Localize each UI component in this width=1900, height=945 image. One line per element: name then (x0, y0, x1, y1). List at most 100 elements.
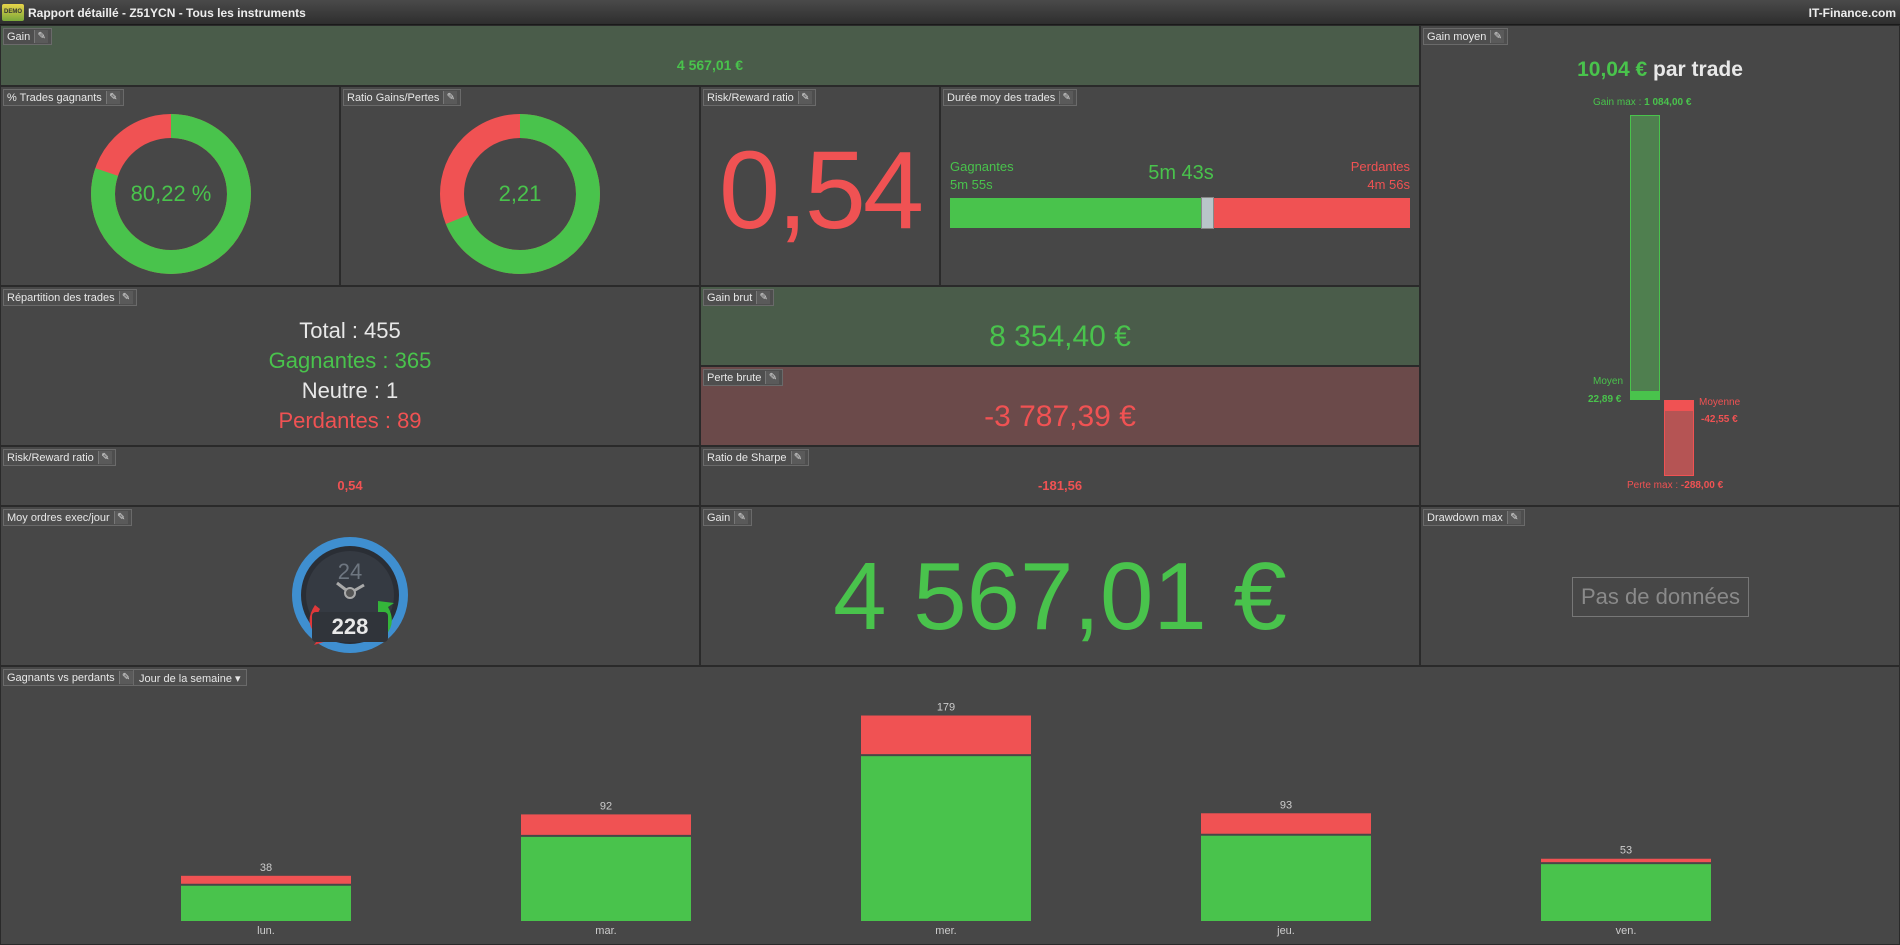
panel-header: Perte brute ✎ (703, 369, 784, 386)
bar-perdants (1541, 858, 1711, 863)
gain-moyen-value: 10,04 € (1577, 58, 1648, 81)
duree-moyenne-value: 5m 43s (1148, 162, 1214, 184)
wrench-icon[interactable]: ✎ (1506, 511, 1521, 524)
moy-ordres-value: 228 (312, 612, 388, 642)
moyenne-label: Moyenne (1699, 397, 1741, 408)
panel-title: Gain brut (707, 291, 753, 304)
loss-range-bar (1664, 400, 1694, 476)
wrench-icon[interactable]: ✎ (1059, 91, 1074, 104)
moyen-value: 22,89 € (1588, 394, 1622, 405)
x-tick-label: lun. (257, 925, 275, 937)
risk-reward-small-value: 0,54 (337, 478, 363, 493)
bar-gagnants (1541, 864, 1711, 921)
perte-max-value: -288,00 € (1680, 480, 1724, 491)
duree-moy-panel: Durée moy des trades ✎ Gagnantes 5m 55s 5… (940, 86, 1420, 286)
moyenne-value: -42,55 € (1701, 414, 1738, 425)
wrench-icon[interactable]: ✎ (113, 511, 128, 524)
wrench-icon[interactable]: ✎ (756, 291, 771, 304)
gain-brut-value: 8 354,40 € (989, 320, 1131, 353)
moyen-label: Moyen (1593, 376, 1624, 387)
panel-title: Gain moyen (1427, 30, 1487, 43)
bar-total-label: 38 (260, 862, 272, 874)
perte-max-label: Perte max : -288,00 € (1627, 480, 1723, 491)
x-tick-label: mar. (595, 925, 616, 937)
duration-bar-green (950, 198, 1201, 228)
panel-title: Perte brute (707, 371, 762, 384)
wrench-icon[interactable]: ✎ (105, 91, 120, 104)
brand-label: IT-Finance.com (1808, 6, 1896, 20)
gain-max-caption: Gain max : (1593, 97, 1642, 108)
panel-header: Gain ✎ (3, 28, 53, 45)
win-rate-value: 80,22 % (130, 181, 212, 206)
panel-title: Ratio de Sharpe (707, 451, 787, 464)
panel-title: Gain (7, 30, 31, 43)
window-title: Rapport détaillé - Z51YCN - Tous les ins… (28, 6, 306, 20)
wrench-icon[interactable]: ✎ (790, 451, 805, 464)
perdantes-label: Perdantes (1350, 159, 1410, 174)
wrench-icon[interactable]: ✎ (1490, 30, 1505, 43)
wrench-icon[interactable]: ✎ (97, 451, 112, 464)
bar-gagnants (861, 756, 1031, 921)
bar-gagnants (521, 836, 691, 921)
repartition-perdantes: Perdantes : 89 (278, 408, 422, 433)
gain-banner-panel: Gain ✎ 4 567,01 € (0, 25, 1420, 86)
sharpe-value: -181,56 (1037, 478, 1083, 493)
bar-chart: 38 lun. 92 mar. 179 mer. 93 jeu. 53 ven. (181, 702, 1711, 937)
panel-header: Répartition des trades ✎ (3, 289, 137, 306)
repartition-neutre: Neutre : 1 (301, 378, 399, 403)
window-titlebar: DEMO Rapport détaillé - Z51YCN - Tous le… (0, 0, 1900, 25)
panel-title: % Trades gagnants (7, 91, 102, 104)
gain-moyen-panel: Gain moyen ✎ 10,04 € par trade Gain max :… (1420, 25, 1900, 506)
wrench-icon[interactable]: ✎ (443, 91, 458, 104)
no-data-box: Pas de données (1572, 577, 1749, 617)
panel-title: Répartition des trades (7, 291, 115, 304)
panel-title: Risk/Reward ratio (707, 91, 794, 104)
panel-header: Risk/Reward ratio ✎ (703, 89, 816, 106)
gain-brut-panel: Gain brut ✎ 8 354,40 € (700, 286, 1420, 366)
panel-header: Drawdown max ✎ (1423, 509, 1525, 526)
ratio-gains-pertes-panel: Ratio Gains/Pertes ✎ 2,21 (340, 86, 700, 286)
wrench-icon[interactable]: ✎ (34, 30, 49, 43)
bar-gagnants (1201, 835, 1371, 921)
wrench-icon[interactable]: ✎ (765, 371, 780, 384)
panel-header: Moy ordres exec/jour ✎ (3, 509, 132, 526)
gain-big-value: 4 567,01 € (833, 543, 1287, 650)
panel-header: Durée moy des trades ✎ (943, 89, 1078, 106)
panel-header: Ratio de Sharpe ✎ (703, 449, 809, 466)
bar-gagnants (181, 885, 351, 921)
bar-total-label: 53 (1620, 845, 1632, 857)
panel-title: Moy ordres exec/jour (7, 511, 110, 524)
pct-trades-gagnants-panel: % Trades gagnants ✎ 80,22 % (0, 86, 340, 286)
panel-header: Risk/Reward ratio ✎ (3, 449, 116, 466)
risk-reward-value: 0,54 (718, 129, 924, 252)
drawdown-panel: Drawdown max ✎ Pas de données (1420, 506, 1900, 666)
bar-perdants (181, 875, 351, 884)
gain-max-label: Gain max : 1 084,00 € (1593, 97, 1691, 108)
panel-title: Gain (707, 511, 731, 524)
bar-perdants (861, 715, 1031, 755)
panel-header: Gain moyen ✎ (1423, 28, 1509, 45)
repartition-panel: Répartition des trades ✎ Total : 455 Gagn… (0, 286, 700, 446)
risk-reward-small-panel: Risk/Reward ratio ✎ 0,54 (0, 446, 700, 506)
risk-reward-panel: Risk/Reward ratio ✎ 0,54 (700, 86, 940, 286)
x-tick-label: ven. (1616, 925, 1637, 937)
clock-dial-label: 24 (337, 559, 363, 584)
panel-header: Gain brut ✎ (703, 289, 775, 306)
app-logo: DEMO (2, 4, 24, 21)
wrench-icon[interactable]: ✎ (797, 91, 812, 104)
panel-title: Ratio Gains/Pertes (347, 91, 440, 104)
wrench-icon[interactable]: ✎ (734, 511, 749, 524)
gain-range-bar (1630, 115, 1660, 400)
sharpe-panel: Ratio de Sharpe ✎ -181,56 (700, 446, 1420, 506)
gain-big-panel: Gain ✎ 4 567,01 € (700, 506, 1420, 666)
gain-mean-bar (1630, 391, 1660, 400)
perte-max-caption: Perte max : (1627, 480, 1679, 491)
gagnants-vs-perdants-panel: Gagnants vs perdants ✎ Jour de la semaine… (0, 666, 1900, 945)
gain-banner-value: 4 567,01 € (676, 57, 744, 73)
x-tick-label: jeu. (1276, 925, 1295, 937)
wrench-icon[interactable]: ✎ (118, 291, 133, 304)
gain-max-value: 1 084,00 € (1644, 97, 1692, 108)
perte-brute-value: -3 787,39 € (984, 400, 1136, 433)
ratio-value: 2,21 (498, 181, 542, 206)
bar-total-label: 93 (1280, 799, 1292, 811)
